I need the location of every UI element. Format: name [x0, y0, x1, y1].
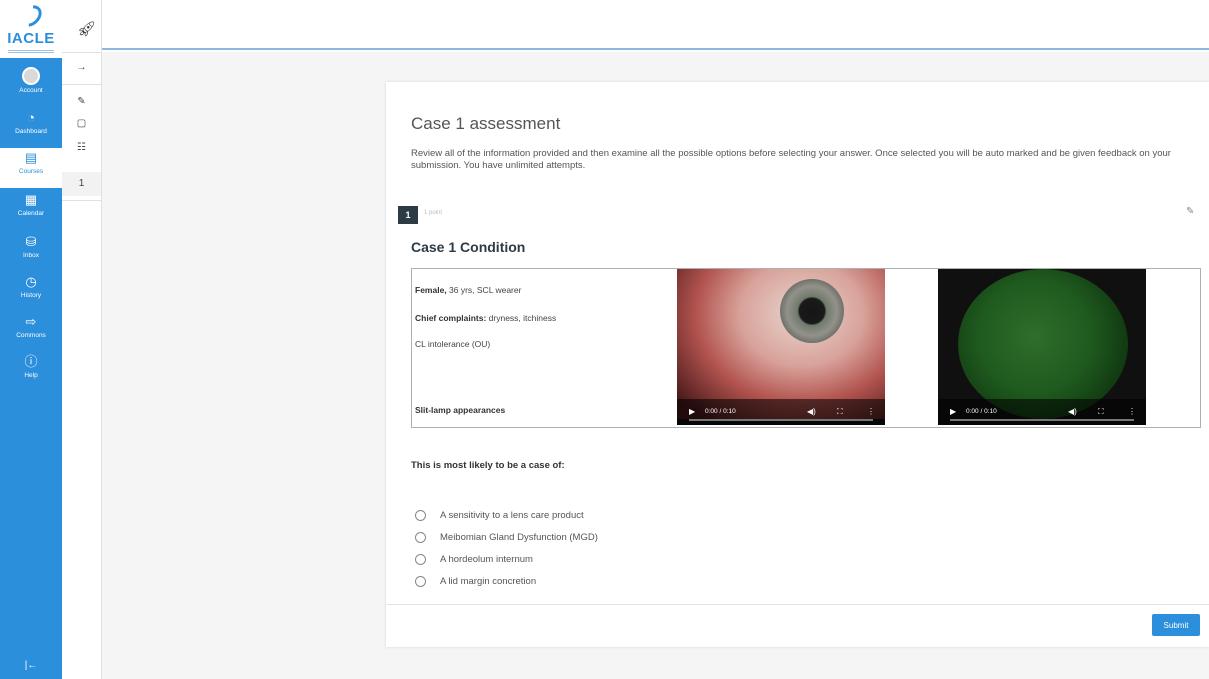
- calendar-icon: ▦: [24, 192, 38, 207]
- answer-label[interactable]: A hordeolum internum: [440, 553, 533, 567]
- answer-label[interactable]: A sensitivity to a lens care product: [440, 509, 584, 523]
- iris-image: [780, 279, 844, 343]
- main-content: Case 1 assessment Review all of the info…: [102, 52, 1209, 679]
- logo-underline: [8, 50, 54, 53]
- radio-button[interactable]: [415, 532, 426, 543]
- question-points: 1 point: [424, 210, 443, 216]
- answer-label[interactable]: Meibomian Gland Dysfunction (MGD): [440, 531, 598, 545]
- expand-arrow-icon[interactable]: →: [62, 56, 101, 80]
- nav-help-label: Help: [24, 372, 38, 379]
- video-progress-track[interactable]: [950, 419, 1134, 421]
- question-nav-1[interactable]: 1: [62, 172, 101, 196]
- nav-history-label: History: [20, 292, 42, 299]
- fullscreen-icon[interactable]: ⛶: [1098, 407, 1104, 417]
- nav-inbox-label: Inbox: [23, 252, 39, 259]
- patient-label: Female,: [415, 285, 447, 295]
- courses-icon: ▤: [24, 150, 38, 165]
- pin-icon[interactable]: ✎: [1186, 206, 1194, 217]
- inbox-icon: ⛁: [25, 234, 37, 249]
- quiz-intro: Review all of the information provided a…: [411, 148, 1171, 171]
- fluorescein-disc: [958, 269, 1128, 419]
- nav-courses[interactable]: ▤ Courses: [0, 148, 62, 188]
- case-info: Female, 36 yrs, SCL wearer Chief complai…: [415, 269, 675, 427]
- radio-button[interactable]: [415, 554, 426, 565]
- nav-inbox[interactable]: ⛁ Inbox: [0, 232, 62, 272]
- video-controls: ▶ 0:00 / 0:10 ◀) ⛶ ⋮: [938, 399, 1146, 425]
- slit-lamp-video-fluorescein[interactable]: ▶ 0:00 / 0:10 ◀) ⛶ ⋮: [938, 269, 1146, 425]
- global-nav: IACLE Account ◔ Dashboard ▤ Courses ▦ Ca…: [0, 0, 62, 679]
- nav-history[interactable]: ◷ History: [0, 272, 62, 312]
- more-options-icon[interactable]: ⋮: [867, 407, 875, 416]
- course-nav-strip: → ✎ ▢ ☷ 1: [62, 0, 102, 679]
- list-icon[interactable]: ☷: [62, 136, 101, 160]
- dashboard-icon: ◔: [27, 110, 35, 125]
- account-avatar-icon: [22, 67, 40, 85]
- complaints-line: Chief complaints: dryness, itchiness: [415, 313, 556, 323]
- nav-account-label: Account: [19, 87, 43, 94]
- nav-commons[interactable]: ⇨ Commons: [0, 312, 62, 352]
- complaints-label: Chief complaints:: [415, 313, 487, 323]
- nav-commons-label: Commons: [16, 332, 46, 339]
- nav-help[interactable]: ⓘ Help: [0, 352, 62, 392]
- history-line: CL intolerance (OU): [415, 339, 491, 349]
- nav-courses-label: Courses: [18, 168, 44, 175]
- iacle-logo[interactable]: IACLE: [0, 0, 62, 58]
- answer-label[interactable]: A lid margin concretion: [440, 575, 536, 589]
- play-icon[interactable]: ▶: [689, 407, 695, 416]
- history-icon: ◷: [25, 274, 37, 289]
- nav-account[interactable]: Account: [0, 64, 62, 104]
- patient-detail: 36 yrs, SCL wearer: [446, 285, 522, 295]
- complaints-detail: dryness, itchiness: [486, 313, 557, 323]
- quiz-card: Case 1 assessment Review all of the info…: [386, 82, 1209, 647]
- volume-icon[interactable]: ◀): [807, 407, 816, 416]
- nav-calendar[interactable]: ▦ Calendar: [0, 190, 62, 230]
- nav-calendar-label: Calendar: [17, 210, 45, 217]
- submit-button[interactable]: Submit: [1152, 614, 1200, 636]
- radio-button[interactable]: [415, 576, 426, 587]
- radio-button[interactable]: [415, 510, 426, 521]
- video-controls: ▶ 0:00 / 0:10 ◀) ⛶ ⋮: [677, 399, 885, 425]
- video-progress-track[interactable]: [689, 419, 873, 421]
- card-footer-divider: [386, 604, 1209, 605]
- fullscreen-icon[interactable]: ⛶: [837, 407, 843, 417]
- nav-dashboard[interactable]: ◔ Dashboard: [0, 108, 62, 148]
- video-time: 0:00 / 0:10: [705, 408, 736, 415]
- patient-line: Female, 36 yrs, SCL wearer: [415, 285, 521, 295]
- play-icon[interactable]: ▶: [950, 407, 956, 416]
- video-time: 0:00 / 0:10: [966, 408, 997, 415]
- question-prompt: This is most likely to be a case of:: [411, 460, 565, 471]
- help-icon: ⓘ: [24, 354, 38, 369]
- nav-dashboard-label: Dashboard: [15, 128, 47, 135]
- edit-icon[interactable]: ✎: [62, 90, 101, 114]
- slit-lamp-label: Slit-lamp appearances: [415, 405, 506, 415]
- top-bar: 🚀︎: [77, 0, 1209, 50]
- rocket-icon[interactable]: 🚀︎: [77, 20, 96, 38]
- fluorescein-image: [938, 269, 1146, 419]
- strip-divider: [62, 200, 101, 201]
- case-table: Female, 36 yrs, SCL wearer Chief complai…: [411, 268, 1201, 428]
- volume-icon[interactable]: ◀): [1068, 407, 1077, 416]
- question-number-badge: 1: [398, 206, 418, 224]
- page-icon[interactable]: ▢: [62, 112, 101, 136]
- condition-title: Case 1 Condition: [411, 239, 526, 255]
- quiz-title: Case 1 assessment: [411, 114, 561, 133]
- logo-mark-icon: [16, 1, 46, 31]
- more-options-icon[interactable]: ⋮: [1128, 407, 1136, 416]
- strip-divider: [62, 52, 101, 53]
- collapse-nav-icon[interactable]: |←: [0, 660, 62, 671]
- strip-divider: [62, 84, 101, 85]
- logo-text: IACLE: [7, 30, 55, 47]
- eye-image: [677, 269, 885, 419]
- commons-icon: ⇨: [25, 314, 37, 329]
- slit-lamp-video-white-light[interactable]: ▶ 0:00 / 0:10 ◀) ⛶ ⋮: [677, 269, 885, 425]
